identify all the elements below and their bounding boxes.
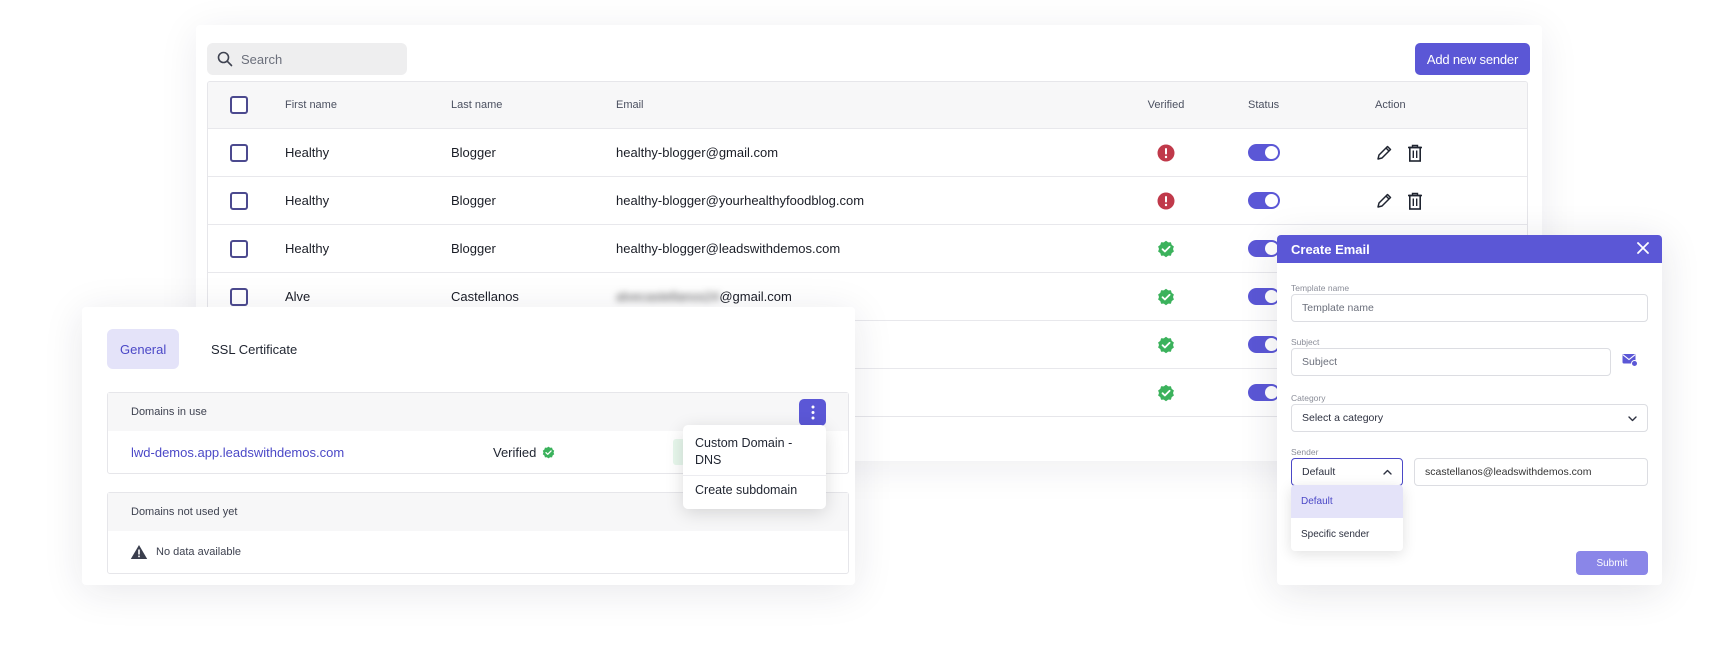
first-name-cell: Healthy xyxy=(285,193,330,208)
sender-options-list: Default Specific sender xyxy=(1291,485,1403,551)
modal-title: Create Email xyxy=(1291,241,1370,257)
email-cell: healthy-blogger@yourhealthyfoodblog.com xyxy=(616,193,865,208)
verified-badge-icon xyxy=(1158,384,1174,401)
add-new-sender-button[interactable]: Add new sender xyxy=(1415,43,1530,75)
tab-ssl-certificate[interactable]: SSL Certificate xyxy=(198,329,310,369)
submit-button[interactable]: Submit xyxy=(1576,551,1648,575)
blurred-email-part: alvecastellanos24 xyxy=(616,289,720,304)
sender-option-default[interactable]: Default xyxy=(1291,485,1403,518)
verified-text: Verified xyxy=(493,444,537,460)
search-icon xyxy=(217,51,233,67)
subject-label: Subject xyxy=(1291,337,1320,347)
chevron-down-icon xyxy=(1628,416,1637,422)
sender-label: Sender xyxy=(1291,447,1319,457)
domains-in-use-title: Domains in use xyxy=(131,406,207,418)
error-icon xyxy=(1157,144,1175,161)
verified-badge-icon xyxy=(1158,240,1174,257)
table-row[interactable]: Healthy Blogger healthy-blogger@yourheal… xyxy=(208,177,1527,225)
column-header-first-name[interactable]: First name xyxy=(285,82,337,128)
template-name-label: Template name xyxy=(1291,283,1350,293)
email-cell: healthy-blogger@gmail.com xyxy=(616,145,779,160)
verified-badge-icon xyxy=(1158,288,1174,305)
domain-link[interactable]: lwd-demos.app.leadswithdemos.com xyxy=(131,445,344,460)
search-box[interactable] xyxy=(207,43,407,75)
domain-verified-status: Verified xyxy=(493,445,555,460)
column-header-last-name[interactable]: Last name xyxy=(451,82,502,128)
last-name-cell: Blogger xyxy=(451,193,496,208)
menu-item-custom-domain-dns[interactable]: Custom Domain - DNS xyxy=(683,429,826,475)
sender-value: Default xyxy=(1302,466,1336,478)
trash-icon[interactable] xyxy=(1407,144,1423,162)
edit-icon[interactable] xyxy=(1375,144,1393,162)
kebab-menu-icon xyxy=(811,405,814,420)
email-cell: healthy-blogger@leadswithdemos.com xyxy=(616,241,841,256)
status-toggle[interactable] xyxy=(1248,384,1280,401)
more-options-button[interactable] xyxy=(799,399,826,426)
domain-options-menu: Custom Domain - DNS Create subdomain xyxy=(683,425,826,509)
column-header-action: Action xyxy=(1375,99,1406,111)
status-toggle[interactable] xyxy=(1248,192,1280,209)
last-name-cell: Blogger xyxy=(451,145,496,160)
category-label: Category xyxy=(1291,393,1326,403)
status-toggle[interactable] xyxy=(1248,144,1280,161)
status-toggle[interactable] xyxy=(1248,288,1280,305)
row-checkbox[interactable] xyxy=(230,143,248,162)
status-toggle[interactable] xyxy=(1248,336,1280,353)
edit-icon[interactable] xyxy=(1375,192,1393,210)
verified-badge-icon xyxy=(1158,336,1174,353)
table-row[interactable]: Healthy Blogger healthy-blogger@gmail.co… xyxy=(208,129,1527,177)
chevron-up-icon xyxy=(1383,469,1392,475)
row-checkbox[interactable] xyxy=(230,239,248,258)
sender-select[interactable]: Default xyxy=(1291,458,1403,486)
empty-state: No data available xyxy=(108,531,848,573)
subject-input[interactable] xyxy=(1291,348,1611,376)
trash-icon[interactable] xyxy=(1407,192,1423,210)
email-domain-part: @gmail.com xyxy=(719,289,792,304)
row-checkbox[interactable] xyxy=(230,191,248,210)
mail-settings-icon[interactable] xyxy=(1622,353,1638,367)
first-name-cell: Healthy xyxy=(285,145,330,160)
select-all-checkbox[interactable] xyxy=(230,96,248,114)
last-name-cell: Blogger xyxy=(451,241,496,256)
sender-email-input[interactable] xyxy=(1414,458,1648,486)
first-name-cell: Healthy xyxy=(285,241,330,256)
row-checkbox[interactable] xyxy=(230,287,248,306)
error-icon xyxy=(1157,192,1175,209)
search-input[interactable] xyxy=(241,51,391,67)
category-select[interactable]: Select a category xyxy=(1291,404,1648,432)
close-icon[interactable] xyxy=(1636,241,1650,255)
column-header-status[interactable]: Status xyxy=(1248,82,1279,128)
create-email-modal: Create Email Template name Subject Categ… xyxy=(1277,235,1662,585)
modal-header: Create Email xyxy=(1277,235,1662,263)
category-value: Select a category xyxy=(1302,412,1384,424)
table-header-row: First name Last name Email Verified Stat… xyxy=(208,82,1527,129)
status-toggle[interactable] xyxy=(1248,240,1280,257)
tab-general[interactable]: General xyxy=(107,329,180,369)
verified-badge-icon xyxy=(543,446,555,458)
empty-state-text: No data available xyxy=(156,546,242,558)
sender-option-specific-sender[interactable]: Specific sender xyxy=(1291,518,1403,551)
template-name-input[interactable] xyxy=(1291,294,1648,322)
menu-item-create-subdomain[interactable]: Create subdomain xyxy=(683,475,826,505)
column-header-verified[interactable]: Verified xyxy=(1106,82,1226,128)
column-header-email[interactable]: Email xyxy=(616,82,644,128)
warning-icon xyxy=(130,545,148,559)
